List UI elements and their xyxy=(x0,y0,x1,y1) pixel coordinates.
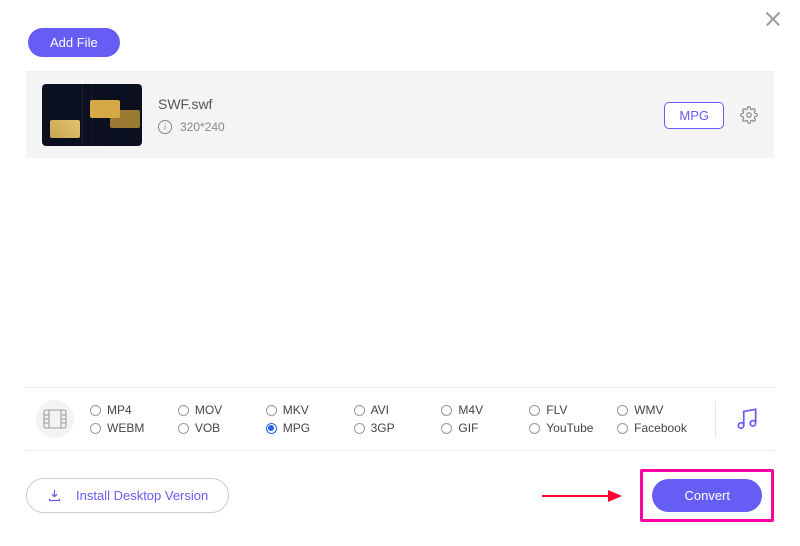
format-label: AVI xyxy=(371,403,389,417)
install-desktop-label: Install Desktop Version xyxy=(76,488,208,503)
info-icon[interactable]: i xyxy=(158,120,172,134)
format-panel: MP4 MOV MKV AVI M4V FLV WMV WEBM VOB MPG 3GP GIF You… xyxy=(26,387,774,451)
file-meta: i 320*240 xyxy=(158,120,648,134)
radio-icon xyxy=(441,405,452,416)
format-option-3gp[interactable]: 3GP xyxy=(354,421,434,435)
radio-icon xyxy=(90,405,101,416)
format-label: WEBM xyxy=(107,421,144,435)
format-label: 3GP xyxy=(371,421,395,435)
format-option-vob[interactable]: VOB xyxy=(178,421,258,435)
file-list: SWF.swf i 320*240 MPG xyxy=(26,71,774,158)
radio-icon xyxy=(354,405,365,416)
file-info: SWF.swf i 320*240 xyxy=(158,96,648,134)
file-row: SWF.swf i 320*240 MPG xyxy=(26,72,774,158)
format-option-mp4[interactable]: MP4 xyxy=(90,403,170,417)
radio-icon xyxy=(178,423,189,434)
format-option-m4v[interactable]: M4V xyxy=(441,403,521,417)
format-label: Facebook xyxy=(634,421,687,435)
format-label: WMV xyxy=(634,403,663,417)
divider xyxy=(715,401,716,437)
format-label: MOV xyxy=(195,403,222,417)
format-label: VOB xyxy=(195,421,220,435)
radio-icon xyxy=(178,405,189,416)
output-format-button[interactable]: MPG xyxy=(664,102,724,129)
format-grid: MP4 MOV MKV AVI M4V FLV WMV WEBM VOB MPG 3GP GIF You… xyxy=(90,403,697,435)
video-category-icon[interactable] xyxy=(36,400,74,438)
format-option-wmv[interactable]: WMV xyxy=(617,403,697,417)
radio-icon xyxy=(529,423,540,434)
format-option-youtube[interactable]: YouTube xyxy=(529,421,609,435)
download-icon xyxy=(47,488,62,503)
radio-icon xyxy=(90,423,101,434)
radio-icon xyxy=(441,423,452,434)
bottom-section: MP4 MOV MKV AVI M4V FLV WMV WEBM VOB MPG 3GP GIF You… xyxy=(0,387,800,546)
radio-icon xyxy=(354,423,365,434)
radio-icon xyxy=(266,423,277,434)
format-label: GIF xyxy=(458,421,478,435)
format-label: MP4 xyxy=(107,403,132,417)
file-name: SWF.swf xyxy=(158,96,648,112)
format-option-mpg[interactable]: MPG xyxy=(266,421,346,435)
format-label: M4V xyxy=(458,403,483,417)
format-option-mkv[interactable]: MKV xyxy=(266,403,346,417)
radio-icon xyxy=(529,405,540,416)
annotation-highlight: Convert xyxy=(640,469,774,522)
add-file-button[interactable]: Add File xyxy=(28,28,120,57)
format-option-facebook[interactable]: Facebook xyxy=(617,421,697,435)
radio-icon xyxy=(617,405,628,416)
format-option-mov[interactable]: MOV xyxy=(178,403,258,417)
format-option-webm[interactable]: WEBM xyxy=(90,421,170,435)
format-label: YouTube xyxy=(546,421,593,435)
radio-icon xyxy=(266,405,277,416)
format-option-gif[interactable]: GIF xyxy=(441,421,521,435)
music-icon[interactable] xyxy=(734,406,760,432)
format-option-avi[interactable]: AVI xyxy=(354,403,434,417)
format-label: MKV xyxy=(283,403,309,417)
gear-icon[interactable] xyxy=(740,106,758,124)
file-thumbnail xyxy=(42,84,142,146)
annotation-arrow xyxy=(542,495,620,497)
install-desktop-button[interactable]: Install Desktop Version xyxy=(26,478,229,513)
radio-icon xyxy=(617,423,628,434)
action-row: Install Desktop Version Convert xyxy=(0,451,800,546)
convert-button[interactable]: Convert xyxy=(652,479,762,512)
close-icon[interactable] xyxy=(764,10,782,28)
format-option-flv[interactable]: FLV xyxy=(529,403,609,417)
format-label: MPG xyxy=(283,421,310,435)
file-resolution: 320*240 xyxy=(180,120,225,134)
format-label: FLV xyxy=(546,403,567,417)
